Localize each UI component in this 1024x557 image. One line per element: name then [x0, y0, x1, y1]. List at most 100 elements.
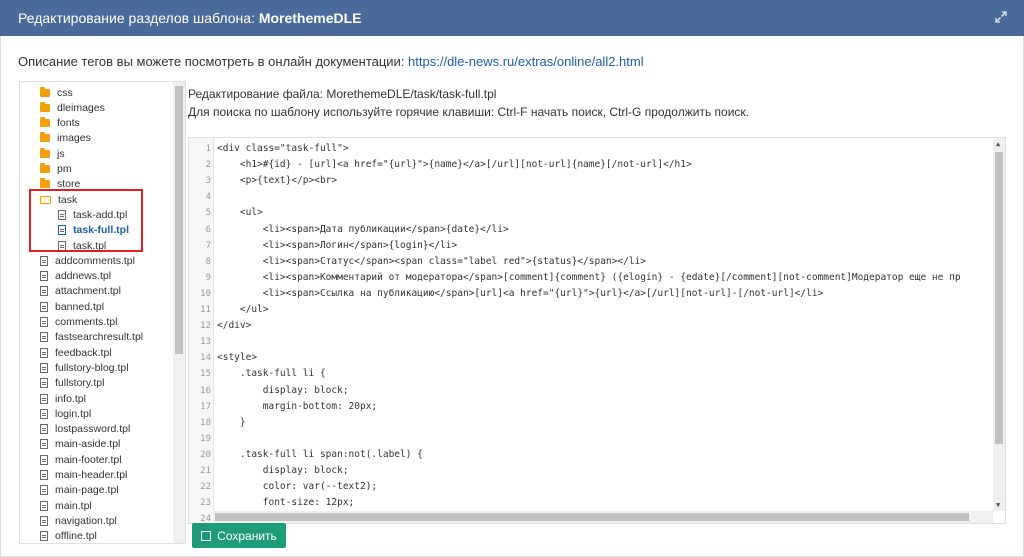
code-text[interactable]: <li><span>Дата публикации</span>{date}</…: [217, 222, 509, 238]
tree-scroll-thumb[interactable]: [175, 86, 183, 354]
tree-item[interactable]: feedback.tpl: [40, 345, 112, 360]
code-line[interactable]: 22 color: var(--text2);: [189, 479, 979, 495]
code-line[interactable]: 2 <h1>#{id} - [url]<a href="{url}">{name…: [189, 157, 979, 173]
tree-item[interactable]: navigation.tpl: [40, 513, 117, 528]
tree-item[interactable]: fonts: [40, 116, 80, 131]
code-line[interactable]: 1 <div class="task-full">: [189, 141, 979, 157]
file-icon: [40, 255, 48, 266]
code-line[interactable]: 6 <li><span>Дата публикации</span>{date}…: [189, 222, 979, 238]
code-text[interactable]: <div class="task-full">: [217, 141, 349, 157]
code-text[interactable]: .task-full li span:not(.label) {: [217, 447, 423, 463]
tree-item-label: feedback.tpl: [55, 346, 112, 359]
code-text[interactable]: font-size: 12px;: [217, 495, 355, 511]
code-line[interactable]: 20 .task-full li span:not(.label) {: [189, 447, 979, 463]
editor-horizontal-scrollbar[interactable]: [213, 511, 993, 523]
tree-item[interactable]: fastsearchresult.tpl: [40, 330, 143, 345]
code-line[interactable]: 15 .task-full li {: [189, 366, 979, 382]
code-line[interactable]: 21 display: block;: [189, 463, 979, 479]
editor-vertical-scrollbar[interactable]: ▲ ▼: [993, 138, 1005, 511]
tree-item[interactable]: fullstory-blog.tpl: [40, 360, 129, 375]
title-prefix: Редактирование разделов шаблона:: [18, 10, 259, 26]
code-text[interactable]: <li><span>Комментарий от модератора</spa…: [217, 270, 961, 286]
tree-item[interactable]: images: [40, 131, 91, 146]
code-line[interactable]: 3 <p>{text}</p><br>: [189, 173, 979, 189]
scroll-down-icon[interactable]: ▼: [996, 501, 1000, 509]
tree-item[interactable]: fullstory.tpl: [40, 376, 104, 391]
scroll-up-icon[interactable]: ▲: [996, 140, 1000, 148]
code-line[interactable]: 11 </ul>: [189, 302, 979, 318]
code-line[interactable]: 13: [189, 334, 979, 350]
code-text[interactable]: <li><span>Статус</span><span class="labe…: [217, 254, 646, 270]
code-line[interactable]: 10 <li><span>Ссылка на публикацию</span>…: [189, 286, 979, 302]
code-text[interactable]: <p>{text}</p><br>: [217, 173, 337, 189]
code-line[interactable]: 4: [189, 189, 979, 205]
tree-item[interactable]: css: [40, 85, 73, 100]
code-line[interactable]: 16 display: block;: [189, 383, 979, 399]
tree-item-label: comments.tpl: [55, 316, 118, 328]
code-line[interactable]: 19: [189, 431, 979, 447]
code-text[interactable]: <li><span>Ссылка на публикацию</span>[ur…: [217, 286, 824, 302]
code-text[interactable]: margin-bottom: 20px;: [217, 399, 377, 415]
file-icon: [40, 317, 48, 327]
code-text[interactable]: display: block;: [217, 383, 349, 399]
page-header: Редактирование разделов шаблона: Morethe…: [0, 0, 1024, 36]
tree-item[interactable]: main-header.tpl: [40, 468, 127, 483]
code-text[interactable]: .task-full li {: [217, 366, 326, 382]
code-text[interactable]: display: block;: [217, 463, 349, 479]
tree-item-label: addnews.tpl: [55, 270, 112, 283]
save-button[interactable]: Сохранить: [192, 523, 286, 548]
tree-item-label: main-aside.tpl: [55, 438, 121, 451]
editor-hscroll-thumb[interactable]: [215, 513, 969, 521]
code-line[interactable]: 23 font-size: 12px;: [189, 495, 979, 511]
tree-scrollbar[interactable]: [173, 82, 185, 543]
code-line[interactable]: 5 <ul>: [189, 205, 979, 221]
code-text[interactable]: }: [217, 415, 246, 431]
docs-link[interactable]: https://dle-news.ru/extras/online/all2.h…: [408, 54, 644, 69]
code-text[interactable]: color: var(--text2);: [217, 479, 377, 495]
tree-item[interactable]: js: [40, 146, 65, 161]
code-text[interactable]: </ul>: [217, 302, 269, 318]
tree-item[interactable]: addcomments.tpl: [40, 253, 135, 268]
file-icon: [40, 271, 48, 282]
line-number: 7: [205, 240, 211, 251]
tree-item[interactable]: main-aside.tpl: [40, 437, 120, 452]
tree-item-label: attachment.tpl: [55, 285, 121, 298]
expand-icon[interactable]: [994, 10, 1008, 24]
code-line[interactable]: 17 margin-bottom: 20px;: [189, 399, 979, 415]
tree-item[interactable]: info.tpl: [40, 391, 86, 406]
code-text[interactable]: <style>: [217, 350, 257, 366]
line-number: 11: [200, 305, 211, 315]
page-title: Редактирование разделов шаблона: Morethe…: [18, 10, 362, 26]
tree-item[interactable]: dleimages: [40, 100, 105, 115]
file-tree[interactable]: css dleimages fonts images js pm store task task…: [19, 81, 186, 544]
code-line[interactable]: 18 }: [189, 415, 979, 431]
tree-item[interactable]: offline.tpl: [40, 529, 97, 543]
tree-item[interactable]: banned.tpl: [40, 299, 104, 314]
docs-description: Описание тегов вы можете посмотреть в он…: [18, 54, 644, 69]
code-line[interactable]: 12 </div>: [189, 318, 979, 334]
code-editor[interactable]: 1 <div class="task-full"> 2 <h1>#{id} - [u…: [188, 137, 1006, 524]
line-number: 21: [200, 466, 211, 476]
tree-item[interactable]: pm: [40, 162, 72, 177]
code-text[interactable]: <li><span>Логин</span>{login}</li>: [217, 238, 457, 254]
tree-item[interactable]: attachment.tpl: [40, 284, 121, 299]
tree-item[interactable]: main-page.tpl: [40, 483, 119, 498]
code-line[interactable]: 7 <li><span>Логин</span>{login}</li>: [189, 238, 979, 254]
tree-item[interactable]: main-footer.tpl: [40, 452, 122, 467]
code-line[interactable]: 14 <style>: [189, 350, 979, 366]
tree-item[interactable]: comments.tpl: [40, 315, 117, 330]
code-text[interactable]: </div>: [217, 318, 251, 334]
file-icon: [40, 286, 48, 297]
tree-item[interactable]: addnews.tpl: [40, 269, 111, 284]
code-text[interactable]: <ul>: [217, 205, 263, 221]
tree-item[interactable]: login.tpl: [40, 406, 91, 421]
line-number: 5: [205, 208, 211, 219]
code-text[interactable]: <h1>#{id} - [url]<a href="{url}">{name}<…: [217, 157, 692, 173]
tree-item[interactable]: lostpassword.tpl: [40, 422, 130, 437]
code-line[interactable]: 9 <li><span>Комментарий от модератора</s…: [189, 270, 979, 286]
editor-vscroll-thumb[interactable]: [995, 152, 1003, 444]
tree-item[interactable]: main.tpl: [40, 498, 92, 513]
tree-item-label: fullstory.tpl: [55, 377, 105, 390]
code-line[interactable]: 8 <li><span>Статус</span><span class="la…: [189, 254, 979, 270]
edit-info: Редактирование файла: MorethemeDLE/task/…: [188, 85, 749, 121]
